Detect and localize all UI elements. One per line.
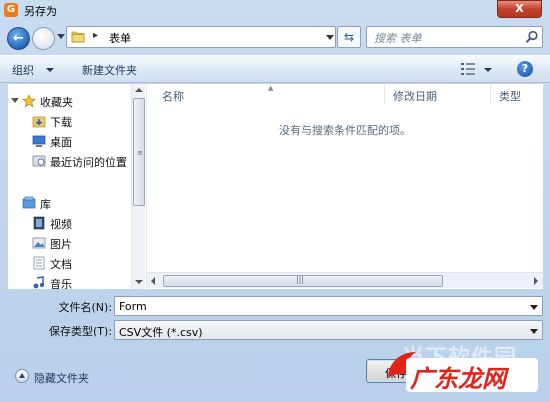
filename-label: 文件名(N):: [58, 301, 112, 314]
watermark-brand: 广东龙网: [406, 358, 538, 393]
scroll-down-icon[interactable]: [135, 280, 143, 284]
address-bar[interactable]: ▸ 表单: [66, 26, 336, 48]
new-folder-button[interactable]: 新建文件夹: [82, 62, 137, 78]
nav-library[interactable]: 库: [8, 194, 133, 212]
nav-item-videos[interactable]: 视频: [8, 214, 133, 232]
star-icon: [22, 94, 36, 108]
back-button[interactable]: ←: [7, 27, 30, 50]
column-header-type[interactable]: 类型: [491, 84, 543, 104]
filename-value: Form: [119, 300, 147, 313]
address-dropdown-icon[interactable]: [326, 35, 334, 40]
filetype-value: CSV文件 (*.csv): [119, 326, 203, 339]
history-dropdown-icon[interactable]: [57, 34, 65, 39]
help-icon[interactable]: ?: [517, 61, 533, 77]
hide-folders-toggle[interactable]: [15, 369, 29, 383]
breadcrumb-current[interactable]: 表单: [109, 30, 131, 46]
column-header-type-label: 类型: [499, 90, 521, 103]
desktop-icon: [32, 135, 46, 147]
videos-icon: [33, 216, 45, 230]
filetype-select[interactable]: CSV文件 (*.csv): [114, 320, 543, 340]
window-title: 另存为: [24, 5, 57, 18]
nav-item-label: 下载: [50, 116, 72, 129]
horizontal-scrollbar[interactable]: |||: [147, 272, 543, 288]
hide-folders-button[interactable]: 隐藏文件夹: [34, 370, 89, 386]
view-dropdown-icon[interactable]: [484, 68, 492, 72]
forward-button[interactable]: [32, 27, 55, 50]
expand-arrow-icon[interactable]: [11, 98, 19, 103]
nav-item-recent[interactable]: 最近访问的位置: [8, 152, 133, 170]
recent-places-icon: [32, 155, 46, 167]
downloads-folder-icon: [32, 116, 46, 128]
search-input[interactable]: 搜索 表单: [366, 26, 543, 48]
navigation-scrollbar[interactable]: ≡: [131, 84, 145, 289]
organize-dropdown-icon[interactable]: [46, 68, 54, 72]
file-list: 名称 ▲ 修改日期 类型 没有与搜索条件匹配的项。 |||: [147, 84, 543, 289]
nav-item-desktop[interactable]: 桌面: [8, 132, 133, 150]
refresh-button[interactable]: ⇆: [337, 26, 361, 48]
documents-icon: [33, 256, 45, 270]
toolbar: 组织 新建文件夹 ?: [0, 55, 550, 83]
breadcrumb-separator[interactable]: ▸: [93, 30, 98, 41]
nav-favorites-label: 收藏夹: [40, 96, 73, 109]
watermark-brand-text: 广东龙网: [410, 365, 506, 393]
nav-item-label: 最近访问的位置: [50, 156, 127, 169]
navigation-pane: 收藏夹 下载 桌面 最近访问的位置 库 视频 图片 文档 音乐: [8, 84, 147, 289]
nav-item-label: 图片: [50, 238, 72, 251]
scroll-right-icon[interactable]: [534, 277, 538, 285]
folder-icon: [71, 31, 85, 43]
nav-item-label: 桌面: [50, 136, 72, 149]
collapse-arrow-icon: [19, 373, 25, 378]
nav-item-downloads[interactable]: 下载: [8, 112, 133, 130]
nav-item-label: 文档: [50, 258, 72, 271]
nav-favorites[interactable]: 收藏夹: [8, 92, 133, 110]
column-header-name-label: 名称: [162, 90, 184, 103]
scrollbar-thumb[interactable]: |||: [163, 275, 443, 287]
scroll-left-icon[interactable]: [151, 277, 155, 285]
app-icon: G: [4, 3, 18, 17]
column-header-date[interactable]: 修改日期: [385, 84, 491, 104]
nav-item-label: 音乐: [50, 278, 72, 289]
music-icon: [33, 276, 44, 289]
nav-item-music[interactable]: 音乐: [8, 274, 133, 289]
empty-message: 没有与搜索条件匹配的项。: [279, 124, 411, 137]
column-header-date-label: 修改日期: [393, 90, 437, 103]
filename-field[interactable]: Form: [114, 296, 543, 316]
nav-library-label: 库: [40, 198, 51, 211]
scrollbar-thumb[interactable]: ≡: [133, 98, 145, 206]
view-options-icon[interactable]: [461, 63, 475, 75]
title-bar: G 另存为 X: [0, 0, 550, 20]
organize-button[interactable]: 组织: [12, 62, 34, 78]
back-arrow-icon: ←: [13, 31, 24, 46]
filetype-label: 保存类型(T):: [48, 325, 112, 338]
library-icon: [22, 196, 36, 209]
search-placeholder: 搜索 表单: [374, 32, 422, 45]
pictures-icon: [32, 237, 46, 249]
filetype-dropdown-icon[interactable]: [530, 329, 538, 334]
close-button[interactable]: X: [497, 0, 542, 18]
sort-ascending-icon: ▲: [268, 84, 274, 92]
grip-icon: ≡: [137, 149, 143, 157]
refresh-icon: ⇆: [343, 30, 355, 44]
nav-item-documents[interactable]: 文档: [8, 254, 133, 272]
column-header-name[interactable]: 名称 ▲: [147, 84, 385, 104]
filename-dropdown-icon[interactable]: [530, 305, 538, 310]
nav-item-pictures[interactable]: 图片: [8, 234, 133, 252]
grip-icon: |||: [296, 275, 305, 284]
search-icon[interactable]: [525, 30, 539, 44]
scroll-up-icon[interactable]: [135, 88, 143, 92]
nav-item-label: 视频: [50, 218, 72, 231]
